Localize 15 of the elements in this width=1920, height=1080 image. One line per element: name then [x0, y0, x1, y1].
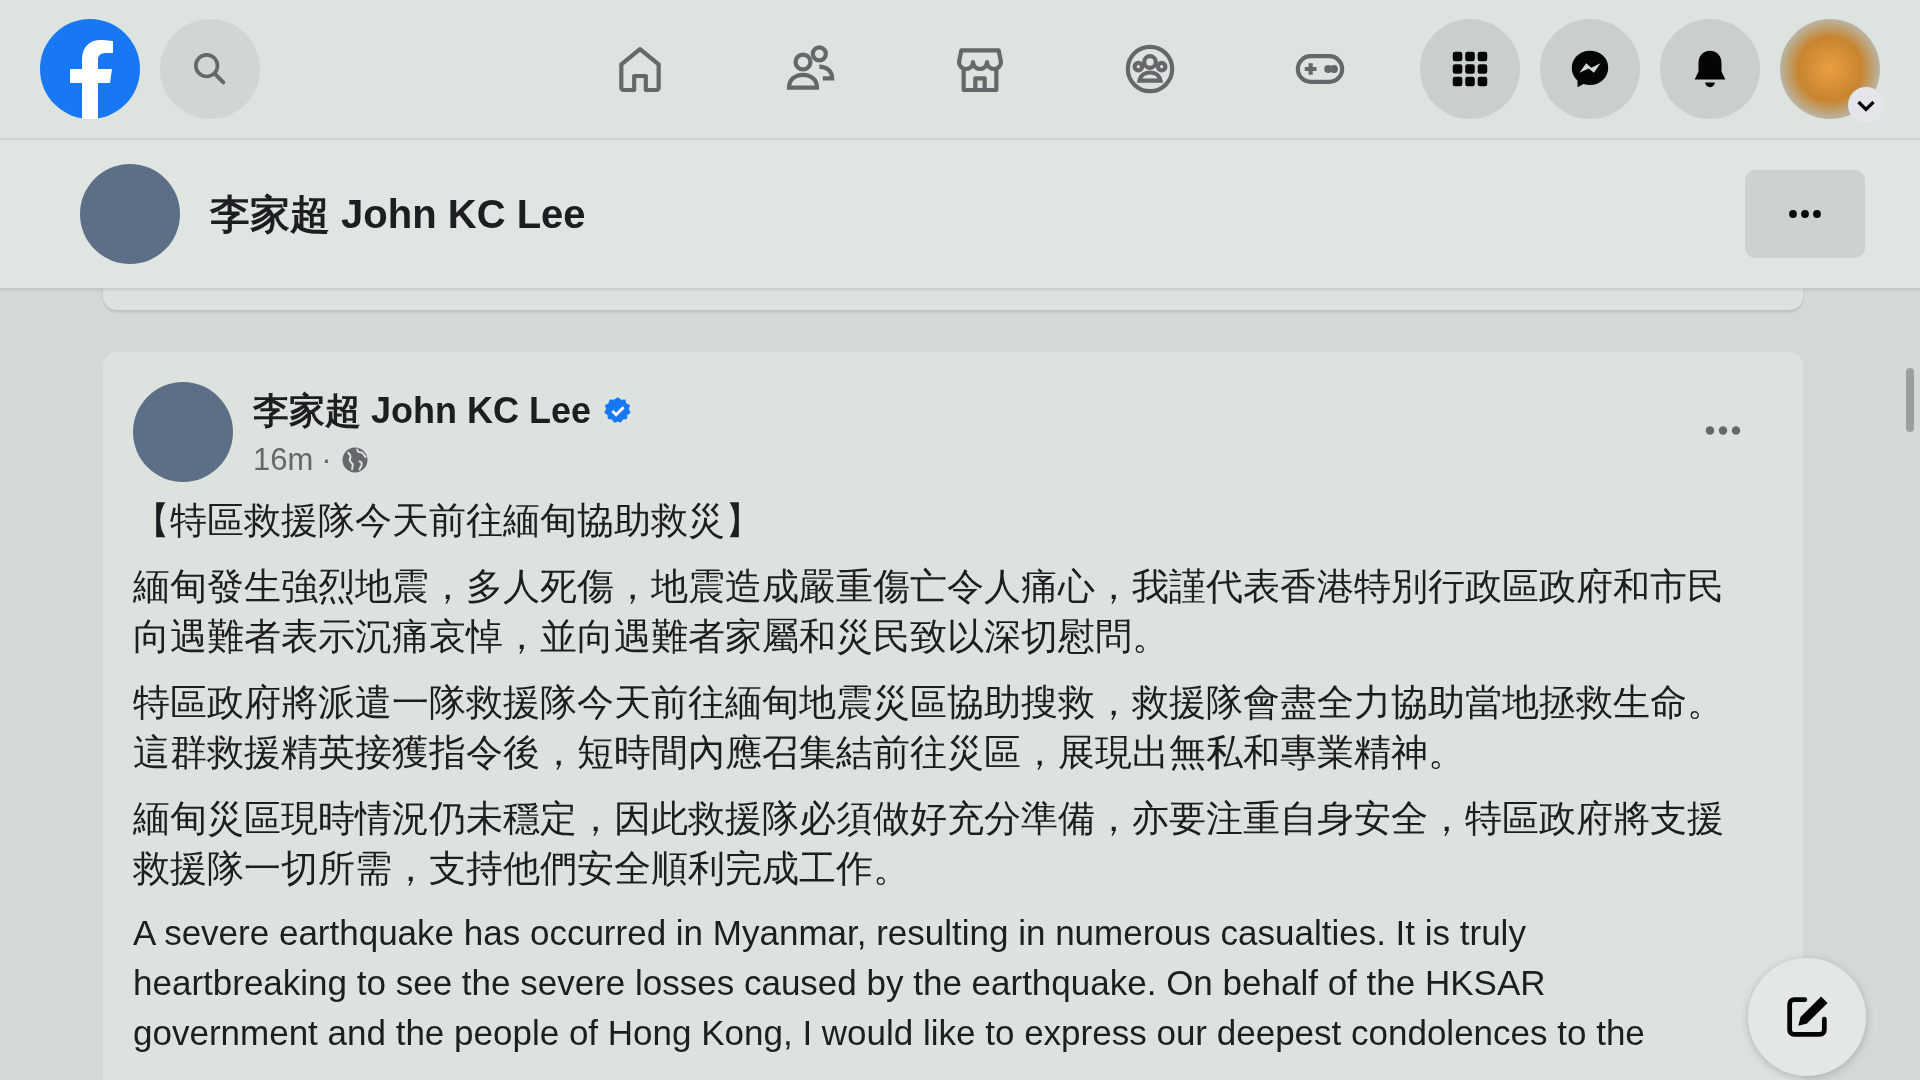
page-name: 李家超 John KC Lee — [210, 190, 586, 238]
chevron-down-icon — [1848, 87, 1884, 123]
post-paragraph: 特區政府將派遣一隊救援隊今天前往緬甸地震災區協助搜救，救援隊會盡全力協助當地拯救生命。這群救援精英接獲指令後，短時間內應召集結前往災區，展現出無私和專業精神。 — [133, 681, 1725, 775]
scrollbar-thumb[interactable] — [1906, 368, 1914, 432]
logo-icon[interactable] — [40, 19, 140, 119]
post-paragraph: 緬甸發生強烈地震，多人死傷，地震造成嚴重傷亡令人痛心，我謹代表香港特別行政區政府和市民向遇難者表示沉痛哀悼，並向遇難者家屬和災民致以深切慰問。 — [133, 565, 1725, 659]
compose-button[interactable] — [1748, 958, 1866, 1076]
post-title: 【特區救援隊今天前往緬甸協助救災】 — [133, 499, 763, 543]
post-time[interactable]: 16m — [253, 441, 314, 478]
more-icon — [1787, 208, 1823, 220]
post-paragraph: 緬甸災區現時情況仍未穩定，因此救援隊必須做好充分準備，亦要注重自身安全，特區政府將支援救援隊一切所需，支持他們安全順利完成工作。 — [133, 797, 1725, 891]
author-name[interactable]: 李家超 John KC Lee — [253, 386, 592, 436]
more-icon — [1703, 424, 1743, 437]
post-paragraph: A severe earthquake has occurred in Myanmar, resulting in numerous casualties. It is truly heartbreaking to see the severe losses caused by the earthquake. On behalf of the HKSAR government and the people of Hong Kong, I would like to express our deepest condolences to the — [133, 912, 1646, 1054]
separator-dot: · — [321, 441, 332, 478]
